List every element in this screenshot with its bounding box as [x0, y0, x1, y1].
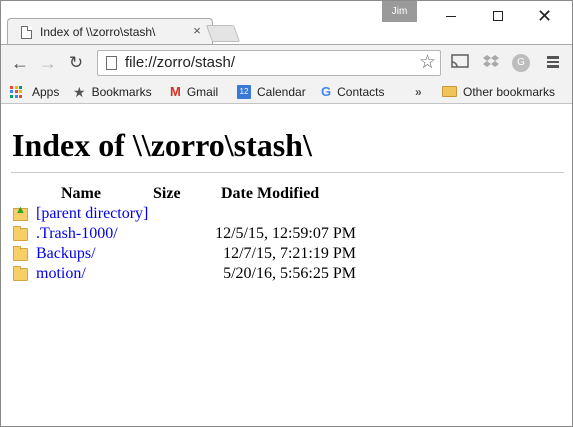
tab-title: Index of \\zorro\stash\ [40, 25, 156, 39]
navigation-toolbar: ← → ↻ file://zorro/stash/ ☆ G [1, 44, 572, 79]
bookmark-label: Gmail [186, 84, 219, 99]
minimize-icon [445, 15, 456, 17]
date-modified: 5/20/16, 5:56:25 PM [223, 265, 356, 282]
close-window-button[interactable]: ✕ [522, 1, 567, 31]
close-icon[interactable]: × [191, 24, 203, 37]
bookmarks-bar: Apps ★ Bookmarks M Gmail 12 Calendar G C… [1, 79, 572, 104]
bookmark-label: Other bookmarks [463, 84, 556, 99]
parent-directory-icon [13, 204, 28, 221]
list-item: motion/ 5/20/16, 5:56:25 PM [1, 265, 572, 285]
folder-link[interactable]: .Trash-1000/ [36, 225, 118, 243]
profile-button[interactable]: Jim [382, 1, 417, 22]
tab-strip: Index of \\zorro\stash\ × Jim ✕ [1, 1, 572, 45]
forward-button[interactable]: → [37, 52, 59, 74]
column-header-name: Name [61, 185, 101, 202]
other-bookmarks[interactable]: Other bookmarks [442, 83, 555, 100]
browser-window: Index of \\zorro\stash\ × Jim ✕ ← → ↻ fi… [0, 0, 573, 427]
bookmark-apps[interactable]: Apps [10, 83, 59, 100]
bookmark-contacts[interactable]: G Contacts [321, 83, 384, 100]
arrow-left-icon: ← [11, 53, 29, 73]
maximize-icon [492, 11, 503, 21]
maximize-button[interactable] [475, 1, 520, 31]
divider [11, 172, 564, 173]
star-icon: ★ [73, 83, 86, 100]
g-extension-icon[interactable]: G [512, 54, 530, 72]
calendar-icon: 12 [237, 84, 251, 99]
url-text[interactable]: file://zorro/stash/ [125, 54, 235, 71]
bookmark-label: Bookmarks [91, 84, 152, 99]
cast-icon[interactable] [450, 54, 470, 72]
list-item: .Trash-1000/ 12/5/15, 12:59:07 PM [1, 225, 572, 245]
dropbox-icon[interactable] [481, 54, 501, 72]
folder-icon [442, 86, 457, 97]
folder-link[interactable]: motion/ [36, 265, 86, 283]
folder-icon [13, 246, 28, 261]
google-icon: G [321, 83, 332, 99]
list-item: [parent directory] [1, 204, 572, 225]
star-icon[interactable]: ☆ [419, 52, 436, 74]
page-title: Index of \\zorro\stash\ [12, 127, 312, 163]
bookmark-calendar[interactable]: 12 Calendar [237, 83, 306, 100]
bookmark-gmail[interactable]: M Gmail [170, 83, 218, 100]
bookmark-label: Calendar [257, 84, 306, 99]
bookmark-bookmarks[interactable]: ★ Bookmarks [73, 83, 152, 100]
folder-icon [13, 266, 28, 281]
address-bar[interactable]: file://zorro/stash/ ☆ [97, 50, 441, 76]
minimize-button[interactable] [428, 1, 473, 31]
bookmark-label: Contacts [337, 84, 385, 99]
parent-directory-link[interactable]: [parent directory] [36, 205, 148, 223]
new-tab-button[interactable] [205, 25, 241, 42]
folder-link[interactable]: Backups/ [36, 245, 96, 263]
bookmark-label: Apps [32, 84, 60, 99]
close-icon: ✕ [536, 5, 553, 26]
menu-icon[interactable] [545, 54, 561, 72]
bookmarks-overflow-button[interactable]: » [415, 83, 422, 100]
page-icon [106, 56, 117, 70]
folder-icon [13, 226, 28, 241]
page-content: Index of \\zorro\stash\ Name Size Date M… [1, 105, 572, 426]
date-modified: 12/7/15, 7:21:19 PM [223, 245, 356, 262]
column-header-date: Date Modified [221, 185, 320, 202]
column-header-size: Size [153, 185, 181, 202]
gmail-icon: M [170, 83, 181, 99]
apps-grid-icon [10, 85, 22, 98]
list-item: Backups/ 12/7/15, 7:21:19 PM [1, 245, 572, 265]
tab-content[interactable]: Index of \\zorro\stash\ [21, 19, 155, 45]
reload-button[interactable]: ↻ [65, 52, 87, 74]
date-modified: 12/5/15, 12:59:07 PM [215, 225, 356, 242]
arrow-right-icon: → [39, 53, 57, 73]
back-button[interactable]: ← [9, 52, 31, 74]
page-icon [21, 25, 32, 39]
reload-icon: ↻ [68, 53, 84, 72]
